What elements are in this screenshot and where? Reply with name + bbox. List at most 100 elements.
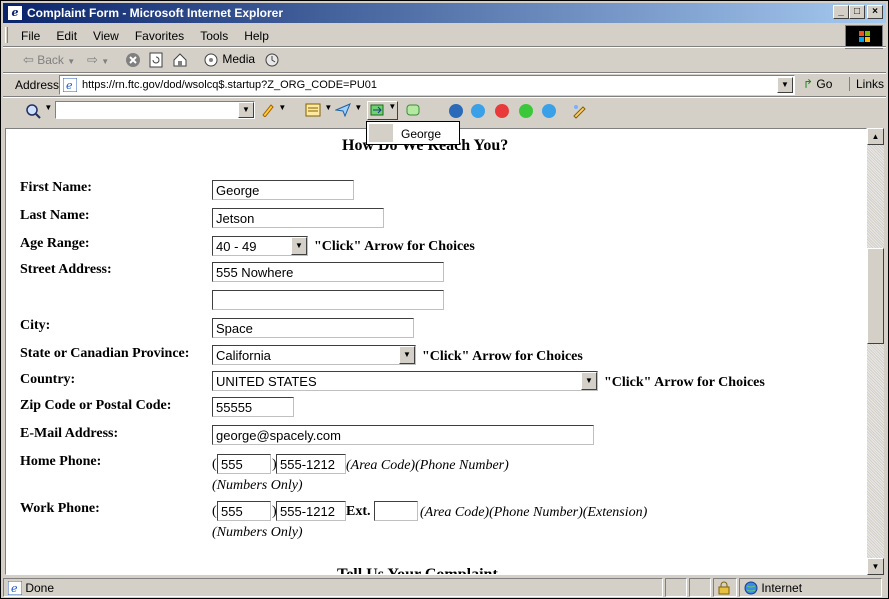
- stop-media-icon[interactable]: [495, 104, 509, 118]
- minimize-button[interactable]: _: [833, 5, 849, 19]
- standard-toolbar: ⇦ Back ▼ ⇨ ▼ Media: [3, 49, 886, 73]
- svg-text:e: e: [11, 582, 18, 595]
- menu-item-help[interactable]: Help: [236, 26, 277, 43]
- toolbar-option-button[interactable]: [405, 103, 421, 121]
- send-button[interactable]: ▼: [334, 103, 362, 121]
- menu-item-file[interactable]: File: [13, 26, 48, 43]
- home-phone-label: Home Phone:: [20, 454, 102, 469]
- suggestion-highlight: [369, 124, 393, 142]
- zip-field[interactable]: 55555: [212, 397, 294, 417]
- age-range-select[interactable]: 40 - 49 ▼: [212, 236, 308, 256]
- scroll-up-button[interactable]: ▲: [867, 128, 884, 145]
- toolbar-separator: [3, 46, 886, 48]
- autofill-button[interactable]: ▼: [367, 101, 399, 120]
- work-phone-number-field[interactable]: 555-1212: [276, 501, 346, 521]
- search-input[interactable]: ▼: [55, 101, 255, 119]
- status-pane: e Done: [3, 578, 663, 597]
- search-button[interactable]: ▼: [25, 103, 52, 121]
- last-name-field[interactable]: Jetson: [212, 208, 384, 228]
- status-bar: e Done Internet: [3, 578, 886, 597]
- suggestion-text: George: [401, 127, 442, 141]
- home-phone-number-field[interactable]: 555-1212: [276, 454, 346, 474]
- pencil-button[interactable]: [571, 103, 587, 121]
- forward-button[interactable]: ⇨ ▼: [87, 52, 109, 70]
- ie-app-icon[interactable]: e: [7, 5, 23, 21]
- city-field[interactable]: Space: [212, 318, 414, 338]
- title-bar[interactable]: e Complaint Form - Microsoft Internet Ex…: [3, 3, 886, 23]
- maximize-button[interactable]: □: [849, 5, 865, 19]
- chevron-down-icon: ▼: [101, 57, 110, 66]
- work-phone-numbers-only: (Numbers Only): [212, 525, 303, 540]
- address-input[interactable]: e https://rn.ftc.gov/dod/wsolcq$.startup…: [59, 75, 795, 95]
- status-text: Done: [25, 581, 55, 595]
- highlight-button[interactable]: ▼: [261, 103, 286, 121]
- links-button[interactable]: Links: [849, 77, 884, 91]
- country-value: UNITED STATES: [216, 374, 317, 389]
- history-button[interactable]: [264, 52, 280, 70]
- back-label: Back: [37, 53, 64, 67]
- street-address-line2-field[interactable]: [212, 290, 444, 310]
- work-area-code-field[interactable]: 555: [217, 501, 271, 521]
- scroll-thumb[interactable]: [867, 248, 884, 344]
- state-label: State or Canadian Province:: [20, 346, 190, 361]
- next-section-title: Tell Us Your Complaint: [337, 566, 498, 575]
- globe-icon[interactable]: [449, 104, 463, 118]
- refresh-button[interactable]: [148, 52, 164, 70]
- ext-label: Ext.: [346, 504, 371, 519]
- vertical-scrollbar[interactable]: ▲ ▼: [867, 128, 884, 575]
- chevron-down-icon[interactable]: ▼: [399, 346, 415, 364]
- work-extension-field[interactable]: [374, 501, 418, 521]
- home-phone-numbers-only: (Numbers Only): [212, 478, 303, 493]
- age-range-label: Age Range:: [20, 236, 90, 251]
- home-button[interactable]: [172, 52, 188, 70]
- refresh-icon: [149, 52, 163, 68]
- scroll-down-button[interactable]: ▼: [867, 558, 884, 575]
- rewind-icon[interactable]: [471, 104, 485, 118]
- menu-item-tools[interactable]: Tools: [192, 26, 236, 43]
- play-icon[interactable]: [519, 104, 533, 118]
- zone-text: Internet: [761, 581, 803, 595]
- home-phone-hint: (Area Code)(Phone Number): [346, 458, 509, 473]
- country-select[interactable]: UNITED STATES ▼: [212, 371, 598, 391]
- ie-page-icon: e: [63, 78, 77, 92]
- address-dropdown-button[interactable]: ▼: [777, 77, 793, 93]
- chevron-down-icon: ▼: [278, 103, 287, 112]
- back-button[interactable]: ⇦ Back ▼: [23, 52, 75, 70]
- windows-flag-icon: [859, 31, 871, 43]
- street-address-label: Street Address:: [20, 262, 112, 277]
- media-button[interactable]: Media: [203, 52, 255, 70]
- page-content: How Do We Reach You? First Name: George …: [5, 128, 867, 575]
- street-address-field[interactable]: 555 Nowhere: [212, 262, 444, 282]
- menu-item-edit[interactable]: Edit: [48, 26, 85, 43]
- go-arrow-icon: ↱: [803, 77, 814, 91]
- address-bar: Address e https://rn.ftc.gov/dod/wsolcq$…: [3, 74, 886, 96]
- autofill-suggestion[interactable]: George: [369, 124, 457, 142]
- menu-grip[interactable]: [5, 27, 8, 43]
- go-button[interactable]: ↱ Go: [803, 77, 832, 91]
- paren-open: (: [212, 504, 217, 519]
- chevron-down-icon[interactable]: ▼: [581, 372, 597, 390]
- address-url: https://rn.ftc.gov/dod/wsolcq$.startup?Z…: [82, 79, 377, 91]
- fast-forward-icon[interactable]: [542, 104, 556, 118]
- lock-icon: [718, 581, 730, 595]
- menu-bar: File Edit View Favorites Tools Help: [3, 25, 843, 45]
- menu-item-favorites[interactable]: Favorites: [127, 26, 192, 43]
- email-field[interactable]: george@spacely.com: [212, 425, 594, 445]
- leaf-icon: [406, 104, 420, 116]
- media-label: Media: [222, 52, 256, 66]
- chevron-down-icon: ▼: [324, 103, 333, 112]
- status-pane-empty: [665, 578, 687, 597]
- menu-item-view[interactable]: View: [85, 26, 127, 43]
- chevron-down-icon: ▼: [67, 57, 76, 66]
- close-button[interactable]: ×: [867, 5, 883, 19]
- state-select[interactable]: California ▼: [212, 345, 416, 365]
- first-name-field[interactable]: George: [212, 180, 354, 200]
- stop-button[interactable]: [125, 52, 141, 70]
- form-fill-button[interactable]: ▼: [305, 103, 332, 121]
- go-label: Go: [816, 77, 833, 91]
- country-choices-hint: "Click" Arrow for Choices: [604, 375, 765, 390]
- state-choices-hint: "Click" Arrow for Choices: [422, 349, 583, 364]
- chevron-down-icon[interactable]: ▼: [291, 237, 307, 255]
- home-area-code-field[interactable]: 555: [217, 454, 271, 474]
- search-dropdown-button[interactable]: ▼: [238, 102, 254, 118]
